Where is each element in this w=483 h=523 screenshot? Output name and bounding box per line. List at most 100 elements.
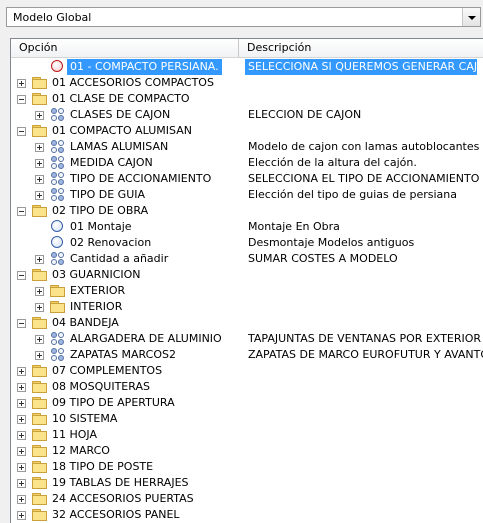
red-radio-icon <box>49 60 65 74</box>
expand-plus-icon[interactable] <box>35 191 44 200</box>
collapse-minus-icon[interactable] <box>17 95 26 104</box>
folder-icon <box>31 92 47 106</box>
tree-folder-row[interactable]: 19 TABLAS DE HERRAJES <box>11 475 483 491</box>
option-grid-icon <box>49 172 65 185</box>
expand-plus-icon[interactable] <box>35 255 44 264</box>
tree-item-label: 01 - COMPACTO PERSIANA. <box>67 59 222 75</box>
tree-item-label: 10 SISTEMA <box>52 412 118 425</box>
tree-option-row[interactable]: 01 Montaje Montaje En Obra <box>11 219 483 235</box>
collapse-minus-icon[interactable] <box>17 127 26 136</box>
option-grid-icon <box>49 252 65 265</box>
tree-folder-row[interactable]: 08 MOSQUITERAS <box>11 379 483 395</box>
tree-item-label: 01 COMPACTO ALUMISAN <box>52 124 192 137</box>
expand-plus-icon[interactable] <box>17 415 26 424</box>
expand-plus-icon[interactable] <box>17 447 26 456</box>
collapse-minus-icon[interactable] <box>17 207 26 216</box>
tree-option-row[interactable]: 02 Renovacion Desmontaje Modelos antiguos <box>11 235 483 251</box>
tree-folder-row[interactable]: 03 GUARNICION <box>11 267 483 283</box>
tree-item-label: 18 TIPO DE POSTE <box>52 460 154 473</box>
tree-item-description: SUMAR COSTES A MODELO <box>248 252 398 265</box>
tree-item-label: 24 ACCESORIOS PUERTAS <box>52 492 194 505</box>
tree-item-label: 02 Renovacion <box>70 236 152 249</box>
tree-item-label: 01 ACCESORIOS COMPACTOS <box>52 76 214 89</box>
tree-option-row[interactable]: LAMAS ALUMISAN Modelo de cajon con lamas … <box>11 139 483 155</box>
tree-item-label: TIPO DE GUIA <box>70 188 146 201</box>
option-grid-icon <box>49 332 65 345</box>
tree-folder-row[interactable]: 01 COMPACTO ALUMISAN <box>11 123 483 139</box>
tree-folder-row[interactable]: 04 BANDEJA <box>11 315 483 331</box>
tree-folder-row[interactable]: 11 HOJA <box>11 427 483 443</box>
tree-folder-row[interactable]: INTERIOR <box>11 299 483 315</box>
tree-folder-row[interactable]: 01 ACCESORIOS COMPACTOS <box>11 75 483 91</box>
tree-item-label: EXTERIOR <box>70 284 126 297</box>
collapse-minus-icon[interactable] <box>17 271 26 280</box>
tree-item-label: CLASES DE CAJON <box>70 108 171 121</box>
expand-plus-icon[interactable] <box>17 511 26 520</box>
expand-plus-icon[interactable] <box>35 143 44 152</box>
expand-plus-icon[interactable] <box>35 351 44 360</box>
expand-plus-icon[interactable] <box>17 495 26 504</box>
expand-plus-icon[interactable] <box>17 463 26 472</box>
tree-option-row[interactable]: CLASES DE CAJON ELECCION DE CAJON <box>11 107 483 123</box>
tree-folder-row[interactable]: 12 MARCO <box>11 443 483 459</box>
expand-plus-icon[interactable] <box>17 367 26 376</box>
folder-icon <box>31 76 47 90</box>
collapse-minus-icon[interactable] <box>17 319 26 328</box>
option-grid-icon <box>49 348 65 361</box>
expand-plus-icon[interactable] <box>35 111 44 120</box>
tree-item-description: SELECCIONA EL TIPO DE ACCIONAMIENTO <box>248 172 480 185</box>
tree-item-label: 03 GUARNICION <box>52 268 141 281</box>
expand-plus-icon[interactable] <box>17 383 26 392</box>
tree-item-label: 08 MOSQUITERAS <box>52 380 150 393</box>
tree-folder-row[interactable]: 32 ACCESORIOS PANEL <box>11 507 483 523</box>
tree-folder-row[interactable]: EXTERIOR <box>11 283 483 299</box>
expand-plus-icon[interactable] <box>17 79 26 88</box>
tree-item-label: 01 CLASE DE COMPACTO <box>52 92 190 105</box>
chevron-down-icon[interactable] <box>462 8 480 26</box>
tree-folder-row[interactable]: 18 TIPO DE POSTE <box>11 459 483 475</box>
tree-folder-row[interactable]: 24 ACCESORIOS PUERTAS <box>11 491 483 507</box>
expand-plus-icon[interactable] <box>35 159 44 168</box>
tree-item-label: 12 MARCO <box>52 444 110 457</box>
tree-option-row[interactable]: TIPO DE GUIA Elección del tipo de guias d… <box>11 187 483 203</box>
radio-icon <box>49 236 65 250</box>
tree-option-row[interactable]: ALARGADERA DE ALUMINIO TAPAJUNTAS DE VENT… <box>11 331 483 347</box>
tree-folder-row[interactable]: 02 TIPO DE OBRA <box>11 203 483 219</box>
tree-item-description: Elección del tipo de guias de persiana <box>248 188 457 201</box>
expand-plus-icon[interactable] <box>17 399 26 408</box>
tree-option-row[interactable]: TIPO DE ACCIONAMIENTO SELECCIONA EL TIPO … <box>11 171 483 187</box>
tree-item-label: Cantidad a añadir <box>70 252 169 265</box>
model-dropdown-value: Modelo Global <box>13 11 92 24</box>
expand-plus-icon[interactable] <box>35 303 44 312</box>
tree-folder-row[interactable]: 07 COMPLEMENTOS <box>11 363 483 379</box>
tree-item-description: Elección de la altura del cajón. <box>248 156 417 169</box>
folder-icon <box>31 460 47 474</box>
option-grid-icon <box>49 156 65 169</box>
expand-plus-icon[interactable] <box>35 335 44 344</box>
tree-header: Opción Descripción <box>11 39 483 58</box>
tree-item-label: 02 TIPO DE OBRA <box>52 204 149 217</box>
tree-item-label: 19 TABLAS DE HERRAJES <box>52 476 189 489</box>
expand-plus-icon[interactable] <box>17 479 26 488</box>
tree-folder-row[interactable]: 09 TIPO DE APERTURA <box>11 395 483 411</box>
tree-option-row[interactable]: Cantidad a añadir SUMAR COSTES A MODELO <box>11 251 483 267</box>
column-header-description[interactable]: Descripción <box>239 39 483 57</box>
tree-item-description: TAPAJUNTAS DE VENTANAS POR EXTERIOR <box>248 332 482 345</box>
folder-icon <box>31 316 47 330</box>
model-dropdown[interactable]: Modelo Global <box>6 7 481 27</box>
tree-folder-row[interactable]: 01 CLASE DE COMPACTO <box>11 91 483 107</box>
tree-option-row[interactable]: 01 - COMPACTO PERSIANA. SELECCIONA SI QUE… <box>11 59 483 75</box>
expand-plus-icon[interactable] <box>35 287 44 296</box>
tree-option-row[interactable]: MEDIDA CAJON Elección de la altura del ca… <box>11 155 483 171</box>
tree-option-row[interactable]: ZAPATAS MARCOS2 ZAPATAS DE MARCO EUROFUTU… <box>11 347 483 363</box>
options-tree[interactable]: Opción Descripción 01 - COMPACTO PERSIAN… <box>10 38 483 523</box>
option-grid-icon <box>49 188 65 201</box>
folder-icon <box>31 268 47 282</box>
tree-item-label: 09 TIPO DE APERTURA <box>52 396 175 409</box>
column-header-option[interactable]: Opción <box>11 39 239 57</box>
tree-folder-row[interactable]: 10 SISTEMA <box>11 411 483 427</box>
folder-icon <box>49 284 65 298</box>
expand-plus-icon[interactable] <box>17 431 26 440</box>
expand-plus-icon[interactable] <box>35 175 44 184</box>
tree-item-label: 11 HOJA <box>52 428 97 441</box>
